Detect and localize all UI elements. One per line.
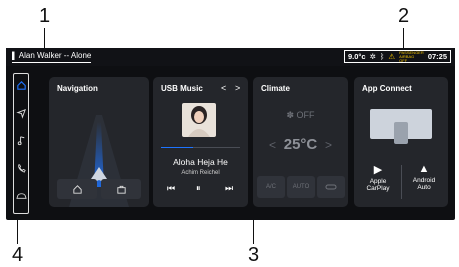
clock: 07:25 [427,52,447,61]
auto-button[interactable]: AUTO [287,176,315,198]
fan-icon: ✲ [369,52,376,61]
temperature-readout: 9.0°c [348,52,366,61]
phone-icon[interactable] [15,162,27,174]
android-auto-label: Android Auto [412,177,436,191]
app-connect-title: App Connect [362,84,412,93]
android-auto-button[interactable]: ▲ Android Auto [402,163,446,203]
music-next-arrow[interactable]: > [235,83,240,93]
previous-track-icon[interactable]: ⏮ [167,183,175,194]
album-art [182,103,216,137]
car-icon[interactable] [15,190,27,202]
airbag-status: PASSENGER AIRBAG OFF [399,50,424,63]
fan-state: OFF [296,110,315,120]
progress-track[interactable] [161,147,240,148]
fan-status[interactable]: ✽ OFF [253,110,348,121]
home-destination-icon [72,184,82,194]
seatbelt-warning-icon: ⚠ [388,52,396,61]
status-bar: ▌ Alan Walker -- Alone 9.0°c ✲ ᛒ ⚠ PASSE… [6,48,455,66]
callout-3-line [253,219,254,244]
status-indicators: 9.0°c ✲ ᛒ ⚠ PASSENGER AIRBAG OFF 07:25 [344,50,451,63]
climate-title: Climate [261,84,290,93]
music-card[interactable]: USB Music < > Aloha Heja He Achim Reiche… [153,77,248,207]
navigation-arrow-icon[interactable] [15,107,27,119]
ac-label: A/C [265,184,276,190]
song-title: Aloha Heja He [173,157,228,167]
work-destination-button[interactable] [101,179,141,199]
music-indicator-icon: ▌ [12,53,17,60]
callout-2: 2 [398,5,410,27]
android-auto-icon: ▲ [418,163,430,175]
app-connect-card[interactable]: App Connect ▶ Apple CarPlay ▲ Android Au… [354,77,448,207]
temp-increase[interactable]: > [325,138,332,152]
fan-icon-climate: ✽ [286,110,295,120]
music-prev-arrow[interactable]: < [221,83,226,93]
song-artist: Achim Reichel [181,170,220,176]
sidebar [13,73,29,214]
callout-1-line [44,28,45,50]
callout-3: 3 [248,244,260,266]
callout-4: 4 [12,244,24,266]
phone-device-icon [394,122,408,144]
home-destination-button[interactable] [57,179,97,199]
recirculation-button[interactable] [317,176,345,198]
navigation-card[interactable]: Navigation [49,77,149,207]
bluetooth-icon: ᛒ [379,52,385,61]
next-track-icon[interactable]: ⏭ [225,183,233,194]
airbag-state: OFF [399,57,408,63]
auto-label: AUTO [292,184,310,190]
music-title: USB Music [161,84,203,93]
callout-1: 1 [39,5,51,27]
ac-button[interactable]: A/C [257,176,285,198]
carplay-icon: ▶ [373,164,383,176]
now-playing-text: Alan Walker -- Alone [18,51,92,60]
music-note-icon[interactable] [15,134,27,146]
recirculation-icon [325,184,337,190]
progress-fill [161,147,193,148]
briefcase-icon [116,185,126,194]
now-playing[interactable]: ▌ Alan Walker -- Alone [12,51,92,63]
temperature-setpoint: 25°C [283,136,318,153]
infotainment-screen: ▌ Alan Walker -- Alone 9.0°c ✲ ᛒ ⚠ PASSE… [6,48,455,220]
apple-carplay-button[interactable]: ▶ Apple CarPlay [356,163,400,203]
carplay-label: Apple CarPlay [366,178,390,192]
home-icon[interactable] [15,79,27,91]
climate-card[interactable]: Climate ✽ OFF < 25°C > A/C AUTO [253,77,348,207]
pause-icon[interactable]: ⏸ [196,183,201,194]
